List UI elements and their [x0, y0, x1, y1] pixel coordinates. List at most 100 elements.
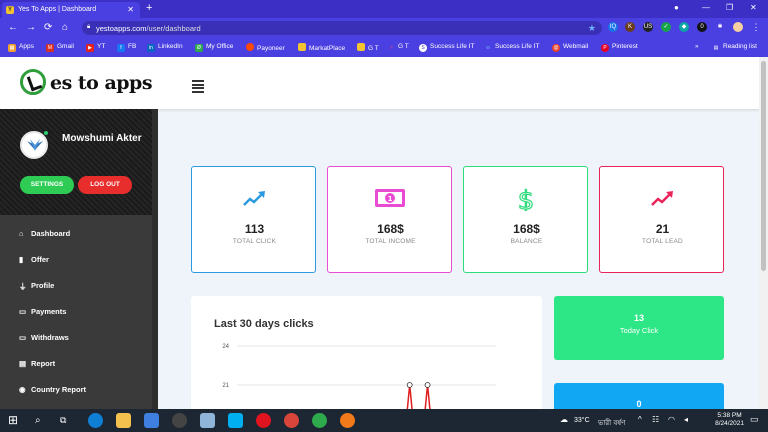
edge-icon[interactable] — [88, 413, 103, 428]
app-icon[interactable] — [172, 413, 187, 428]
system-clock[interactable]: 5:38 PM 8/24/2021 — [715, 412, 744, 428]
back-icon[interactable]: ← — [8, 22, 18, 33]
sidebar-item-label: Payments — [31, 307, 67, 316]
page-scrollbar[interactable] — [759, 57, 768, 409]
url-input[interactable]: 🔒︎ yestoapps.com/user/dashboard ★ — [82, 21, 602, 35]
weather-temp[interactable]: 33°C — [574, 417, 590, 424]
y-tick-label: 21 — [222, 383, 229, 389]
bookmark-item[interactable]: Payoneer — [246, 43, 285, 52]
new-tab-button[interactable]: + — [146, 2, 152, 14]
data-point[interactable] — [406, 382, 413, 388]
app-icon[interactable] — [200, 413, 215, 428]
file-explorer-icon[interactable] — [116, 413, 131, 428]
youtube-icon: ▶ — [86, 44, 94, 52]
search-icon[interactable]: ⌕ — [35, 413, 50, 428]
maximize-icon[interactable]: ❐ — [726, 3, 733, 12]
url-host: yestoapps.com — [96, 24, 147, 33]
weather-text[interactable]: ভারী বর্ষণ — [598, 417, 625, 429]
sidebar-item-label: Profile — [31, 281, 55, 290]
bookmark-item[interactable]: M Gmail — [46, 43, 74, 52]
payoneer-icon — [246, 43, 254, 51]
trending-up-icon — [651, 191, 673, 206]
sidebar-item-label: Dashboard — [31, 229, 71, 238]
notifications-icon[interactable]: ▭ — [750, 414, 759, 425]
home-icon[interactable]: ⌂ — [62, 22, 68, 33]
close-window-icon[interactable]: ✕ — [750, 3, 757, 12]
opera-icon[interactable] — [256, 413, 271, 428]
bookmark-item[interactable]: G T — [357, 43, 379, 52]
bookmark-star-icon[interactable]: ★ — [588, 23, 596, 34]
wifi-icon[interactable]: ◠ — [668, 415, 675, 424]
bookmark-item[interactable]: ↗ G T — [387, 43, 409, 52]
store-icon[interactable] — [144, 413, 159, 428]
sidebar: Mowshumi Akter SETTINGS LOG OUT ⌂ Dashboa… — [0, 109, 158, 409]
bookmark-item[interactable]: in LinkedIn — [147, 43, 183, 52]
svg-text:1: 1 — [388, 195, 393, 203]
trending-up-icon — [243, 191, 265, 206]
firefox-icon[interactable] — [340, 413, 355, 428]
reload-icon[interactable]: ⟳ — [44, 22, 52, 33]
profile-dot-icon[interactable]: ● — [674, 3, 679, 12]
sidebar-item-country-report[interactable]: ◉ Country Report — [0, 377, 158, 403]
browser-tab[interactable]: Y Yes To Apps | Dashboard ✕ — [2, 2, 140, 18]
facebook-icon: f — [117, 44, 125, 52]
extension-dark-icon[interactable]: 0 — [697, 22, 707, 32]
bookmark-item[interactable]: S Success Life IT — [419, 43, 474, 52]
stat-value: 168$ — [377, 222, 404, 236]
today-click-value: 13 — [633, 313, 644, 323]
tray-chevron-icon[interactable]: ^ — [638, 415, 642, 424]
forward-icon[interactable]: → — [26, 22, 36, 33]
windows-start-icon[interactable]: ⊞ — [8, 413, 23, 428]
webmail-icon: @ — [552, 44, 560, 52]
menu-toggle-icon[interactable] — [192, 80, 204, 93]
extension-k-icon[interactable]: K — [625, 22, 635, 32]
user-name: Mowshumi Akter — [62, 133, 142, 144]
extension-us-icon[interactable]: US — [643, 22, 653, 32]
bookmark-item[interactable]: ▦ Apps — [8, 43, 34, 52]
tab-title: Yes To Apps | Dashboard — [18, 6, 97, 13]
scrollbar-thumb[interactable] — [761, 61, 766, 271]
bookmark-icon: ▮ — [19, 255, 24, 264]
today-click-label: Today Click — [619, 326, 659, 335]
network-icon[interactable]: ☷ — [652, 415, 659, 424]
menu-kebab-icon[interactable]: ⋮ — [751, 22, 761, 32]
sidebar-item-payments[interactable]: ▭ Payments — [0, 299, 158, 325]
sidebar-item-offer[interactable]: ▮ Offer — [0, 247, 158, 273]
svg-text:$: $ — [518, 187, 535, 211]
bookmark-item[interactable]: ▶ YT — [86, 43, 105, 52]
minimize-icon[interactable]: — — [702, 3, 710, 12]
extension-iq-icon[interactable]: IQ — [608, 22, 618, 32]
bookmark-item[interactable]: Ø My Office — [195, 43, 233, 52]
sidebar-item-report[interactable]: ▤ Report — [0, 351, 158, 377]
avatar[interactable] — [733, 22, 743, 32]
gmail-icon: M — [46, 44, 54, 52]
close-tab-icon[interactable]: ✕ — [127, 5, 134, 14]
more-bookmarks-icon[interactable]: » — [695, 43, 699, 50]
reading-list-button[interactable]: ▤ Reading list — [712, 43, 757, 52]
sidebar-item-dashboard[interactable]: ⌂ Dashboard — [0, 221, 158, 247]
extension-teal-icon[interactable]: ◆ — [679, 22, 689, 32]
bookmark-item[interactable]: MarkatPlace — [298, 43, 345, 52]
weather-icon: ☁ — [560, 415, 568, 424]
chrome-icon[interactable] — [312, 413, 327, 428]
pinterest-icon: P — [601, 44, 609, 52]
task-view-icon[interactable]: ⧉ — [60, 413, 75, 428]
extension-green-icon[interactable]: ✓ — [661, 22, 671, 32]
logout-button[interactable]: LOG OUT — [78, 176, 132, 194]
data-point[interactable] — [424, 382, 431, 388]
skype-icon[interactable] — [228, 413, 243, 428]
sidebar-item-profile[interactable]: ⏚ Profile — [0, 273, 158, 299]
bookmark-item[interactable]: w Success Life IT — [484, 43, 539, 52]
sidebar-scrollbar[interactable] — [152, 109, 158, 409]
volume-icon[interactable]: ◂ — [684, 415, 688, 424]
bookmark-item[interactable]: f FB — [117, 43, 136, 52]
bookmark-item[interactable]: P Pinterest — [601, 43, 638, 52]
bookmark-item[interactable]: @ Webmail — [552, 43, 588, 52]
dollar-icon: $ — [517, 187, 535, 211]
sidebar-item-withdraws[interactable]: ▭ Withdraws — [0, 325, 158, 351]
settings-button[interactable]: SETTINGS — [20, 176, 74, 194]
extensions-puzzle-icon[interactable]: ✱ — [715, 22, 725, 32]
chrome-icon[interactable] — [284, 413, 299, 428]
folder-icon — [357, 43, 365, 51]
calendar-icon: ▤ — [19, 359, 27, 368]
